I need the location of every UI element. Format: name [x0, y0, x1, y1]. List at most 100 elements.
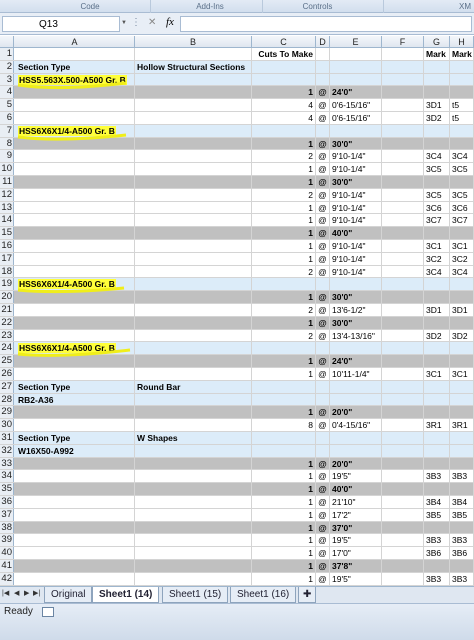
cell-d[interactable] — [316, 380, 330, 393]
row-header[interactable]: 5 — [0, 99, 14, 111]
cell-e[interactable]: 37'8" — [330, 560, 382, 572]
cell-h[interactable] — [450, 444, 474, 457]
cell-c[interactable]: 1 — [252, 457, 316, 470]
cell-d[interactable] — [316, 48, 330, 60]
cell-d[interactable]: @ — [316, 137, 330, 150]
row-header[interactable]: 7 — [0, 124, 14, 137]
row-header[interactable]: 36 — [0, 496, 14, 508]
cell-d[interactable]: @ — [316, 355, 330, 367]
cell-a[interactable] — [15, 329, 135, 342]
cell-d[interactable]: @ — [316, 419, 330, 431]
cancel-icon[interactable]: ✕ — [148, 17, 156, 28]
cell-b[interactable] — [135, 73, 252, 86]
cell-g[interactable]: 3C6 — [424, 201, 450, 214]
cell-a[interactable] — [15, 265, 135, 278]
row-header[interactable]: 30 — [0, 419, 14, 431]
cell-h[interactable]: 3D2 — [450, 329, 474, 342]
cell-b[interactable] — [135, 342, 252, 355]
cell-h[interactable] — [450, 457, 474, 470]
next-sheet-icon[interactable]: ▶ — [24, 589, 29, 597]
cell-h[interactable]: 3B3 — [450, 534, 474, 547]
cell-e[interactable]: 21'10" — [330, 496, 382, 508]
cell-b[interactable] — [135, 227, 252, 239]
cell-c[interactable]: 1 — [252, 240, 316, 252]
cell-a[interactable] — [15, 316, 135, 329]
cell-d[interactable]: @ — [316, 496, 330, 508]
cell-e[interactable]: 30'0" — [330, 316, 382, 329]
cell-f[interactable] — [382, 201, 424, 214]
ribbon-group-addins[interactable]: Add-Ins — [180, 2, 240, 11]
cell-d[interactable]: @ — [316, 201, 330, 214]
last-sheet-icon[interactable]: ▶| — [33, 589, 40, 597]
row-header[interactable]: 11 — [0, 176, 14, 188]
cell-d[interactable]: @ — [316, 457, 330, 470]
cell-a[interactable] — [15, 291, 135, 303]
cell-b[interactable] — [135, 406, 252, 419]
row-header[interactable]: 9 — [0, 150, 14, 163]
cell-g[interactable] — [424, 393, 450, 406]
cell-c[interactable]: 1 — [252, 252, 316, 265]
cell-g[interactable] — [424, 380, 450, 393]
cell-f[interactable] — [382, 60, 424, 73]
cell-f[interactable] — [382, 419, 424, 431]
cell-g[interactable]: 3D2 — [424, 329, 450, 342]
cell-g[interactable]: 3C7 — [424, 214, 450, 227]
row-header[interactable]: 23 — [0, 329, 14, 342]
cell-d[interactable] — [316, 60, 330, 73]
cell-a[interactable] — [15, 419, 135, 431]
cell-h[interactable]: t5 — [450, 112, 474, 124]
cell-e[interactable]: 17'0" — [330, 547, 382, 559]
cell-h[interactable]: 3B6 — [450, 547, 474, 559]
cell-h[interactable] — [450, 60, 474, 73]
cell-e[interactable]: 17'2" — [330, 508, 382, 521]
cell-d[interactable]: @ — [316, 150, 330, 163]
cell-c[interactable]: 1 — [252, 572, 316, 585]
column-header-b[interactable]: B — [135, 36, 252, 48]
cell-g[interactable]: 3C1 — [424, 240, 450, 252]
cell-a[interactable]: HSS6X6X1/4-A500 Gr. B — [15, 124, 135, 137]
cell-d[interactable]: @ — [316, 86, 330, 99]
cell-h[interactable] — [450, 355, 474, 367]
macro-record-icon[interactable] — [42, 607, 54, 617]
cell-a[interactable] — [15, 150, 135, 163]
cell-a[interactable] — [15, 201, 135, 214]
cell-c[interactable] — [252, 278, 316, 291]
cell-e[interactable] — [330, 444, 382, 457]
insert-sheet-icon[interactable]: ✚ — [298, 587, 317, 603]
cell-h[interactable]: 3B3 — [450, 470, 474, 483]
cell-f[interactable] — [382, 124, 424, 137]
cell-a[interactable] — [15, 572, 135, 585]
cell-e[interactable] — [330, 380, 382, 393]
cell-d[interactable]: @ — [316, 534, 330, 547]
cell-c[interactable]: 2 — [252, 304, 316, 316]
cell-a[interactable] — [15, 560, 135, 572]
name-box[interactable]: Q13 — [2, 16, 120, 32]
cell-g[interactable] — [424, 444, 450, 457]
cell-d[interactable]: @ — [316, 406, 330, 419]
cell-b[interactable] — [135, 521, 252, 534]
cell-a[interactable] — [15, 137, 135, 150]
cell-d[interactable]: @ — [316, 265, 330, 278]
row-header[interactable]: 2 — [0, 60, 14, 73]
row-header[interactable]: 3 — [0, 73, 14, 86]
cell-b[interactable] — [135, 214, 252, 227]
cell-d[interactable]: @ — [316, 508, 330, 521]
cell-a[interactable]: Section Type — [15, 380, 135, 393]
cell-a[interactable] — [15, 483, 135, 495]
cell-e[interactable] — [330, 432, 382, 444]
cell-b[interactable] — [135, 265, 252, 278]
cell-e[interactable]: 9'10-1/4" — [330, 150, 382, 163]
row-header[interactable]: 15 — [0, 227, 14, 239]
cell-e[interactable] — [330, 48, 382, 60]
cell-g[interactable]: Mark — [424, 48, 450, 60]
row-header[interactable]: 34 — [0, 470, 14, 483]
cell-c[interactable]: 1 — [252, 316, 316, 329]
cell-g[interactable] — [424, 521, 450, 534]
cell-e[interactable]: 30'0" — [330, 291, 382, 303]
ribbon-group-controls[interactable]: Controls — [285, 2, 350, 11]
cell-b[interactable] — [135, 163, 252, 175]
cell-c[interactable]: Cuts To Make — [252, 48, 316, 60]
cell-d[interactable]: @ — [316, 547, 330, 559]
cell-e[interactable]: 24'0" — [330, 86, 382, 99]
cell-d[interactable] — [316, 393, 330, 406]
